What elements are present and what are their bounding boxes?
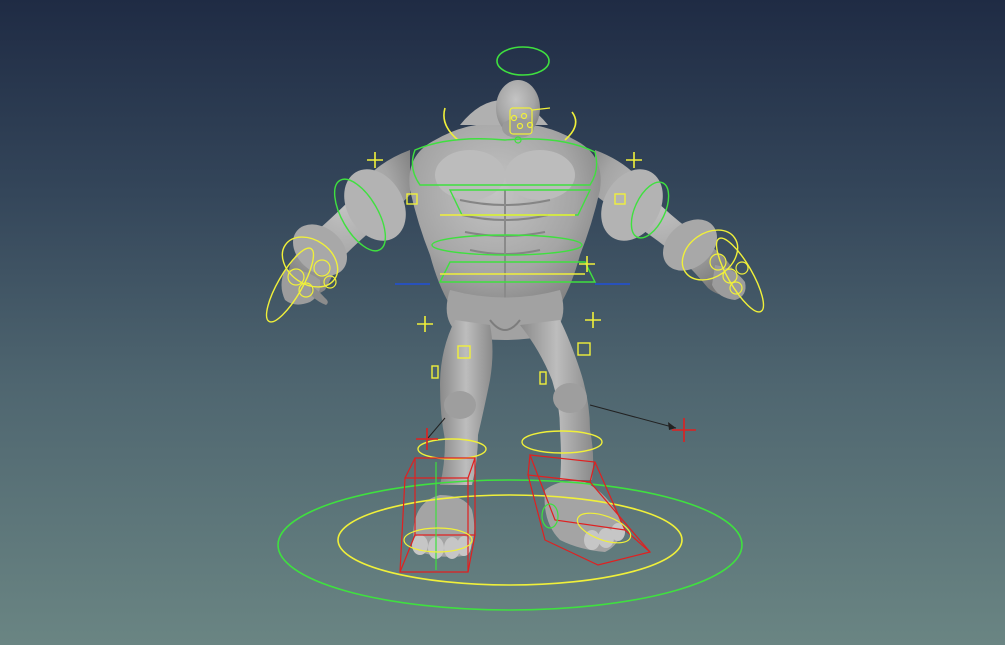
- head-control[interactable]: [496, 46, 550, 76]
- world-control-outer[interactable]: [277, 479, 743, 611]
- character-mesh[interactable]: [281, 80, 746, 559]
- world-control-inner[interactable]: [337, 494, 683, 586]
- knee-pole-line-right: [589, 404, 677, 429]
- head-mesh[interactable]: [496, 80, 540, 138]
- knee-pole-line-left: [427, 417, 446, 439]
- knee-pole-arrow-right: [668, 422, 676, 430]
- scene-canvas[interactable]: [0, 0, 1005, 645]
- 3d-viewport[interactable]: [0, 0, 1005, 645]
- right-arm-mesh[interactable]: [589, 150, 746, 300]
- pole-vector-locator-right[interactable]: [672, 418, 696, 442]
